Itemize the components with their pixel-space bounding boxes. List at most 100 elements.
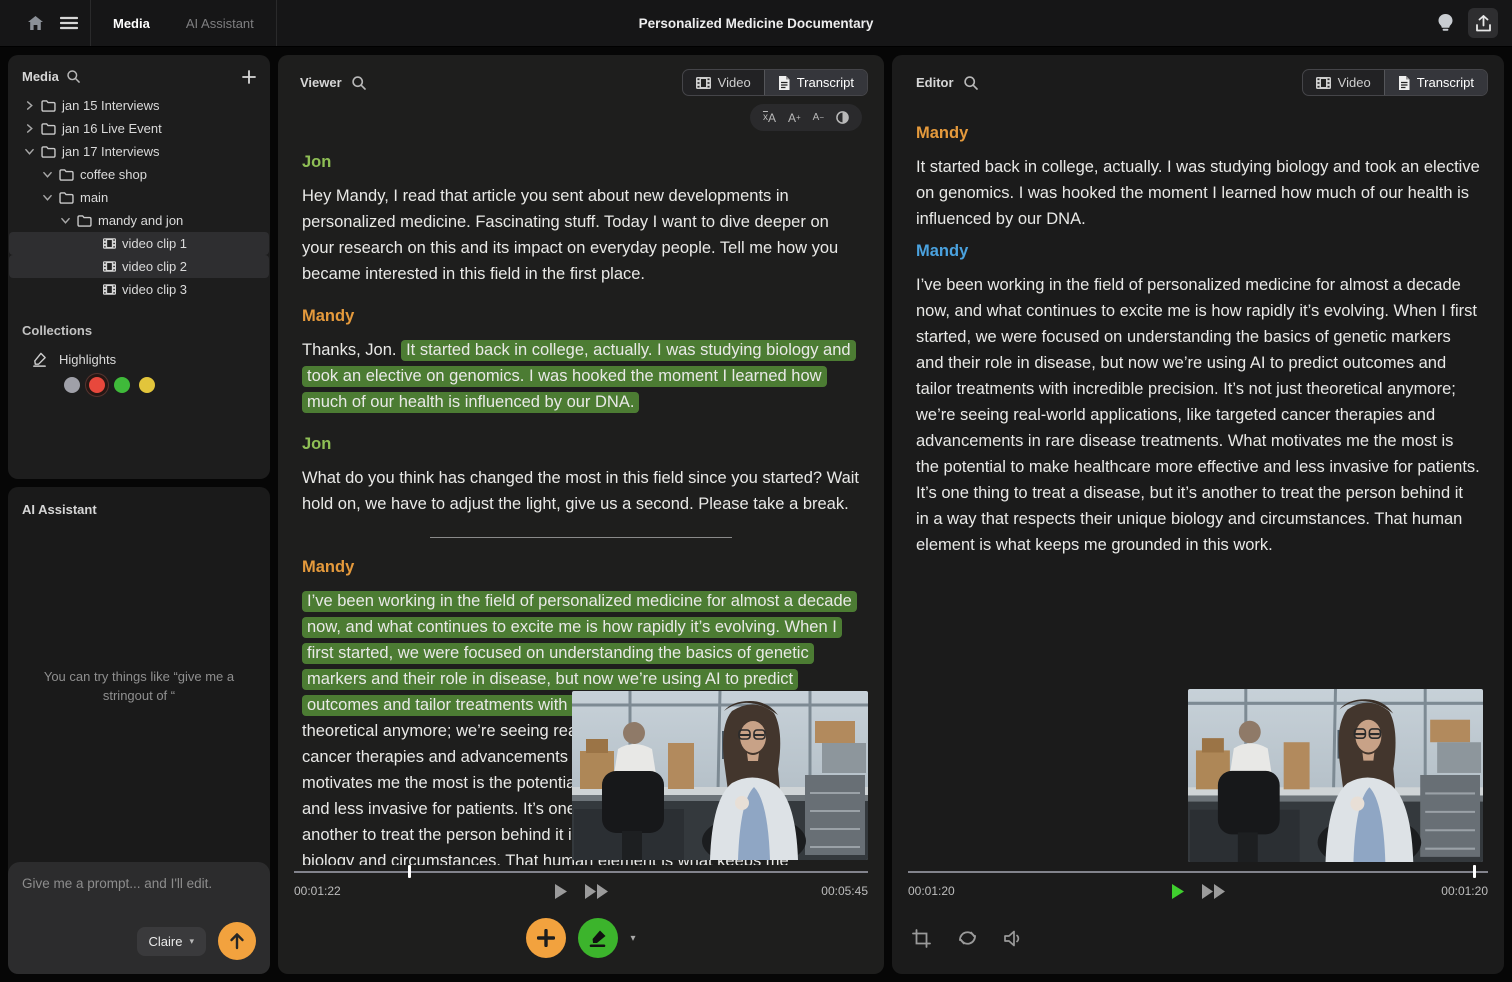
font-decrease-icon[interactable]: A−: [813, 112, 824, 123]
lightbulb-icon: [1438, 14, 1453, 33]
transcript-text[interactable]: I’ve been working in the field of person…: [916, 272, 1480, 558]
fast-forward-button[interactable]: [1202, 884, 1226, 899]
highlight-color-dot[interactable]: [114, 377, 130, 393]
ai-empty-state-text: You can try things like “give me a strin…: [8, 667, 270, 705]
viewer-video-thumbnail[interactable]: [572, 691, 868, 860]
ai-assistant-panel: AI Assistant You can try things like “gi…: [8, 487, 270, 974]
highlight-options-caret[interactable]: ▾: [630, 933, 635, 944]
play-button[interactable]: [554, 884, 567, 899]
tree-clip-video-clip-3[interactable]: video clip 3: [9, 278, 269, 301]
play-icon: [554, 884, 567, 899]
tree-item-label: coffee shop: [80, 167, 147, 182]
transcript-segment: Mandy Thanks, Jon. It started back in col…: [302, 303, 860, 415]
text-size-icon[interactable]: xA: [763, 111, 776, 125]
transcript-segment: JonHey Mandy, I read that article you se…: [302, 149, 860, 287]
folder-icon: [41, 123, 56, 135]
tab-media[interactable]: Media: [97, 8, 166, 39]
tips-button[interactable]: [1430, 8, 1460, 38]
viewer-transcript-tab[interactable]: Transcript: [764, 70, 867, 95]
tree-item-label: jan 17 Interviews: [62, 144, 160, 159]
editor-video-tab[interactable]: Video: [1303, 70, 1384, 95]
chevron-down-icon[interactable]: [43, 193, 53, 202]
viewer-video-tab[interactable]: Video: [683, 70, 764, 95]
editor-video-thumbnail[interactable]: [1188, 689, 1483, 862]
chevron-down-icon[interactable]: [61, 216, 71, 225]
search-icon[interactable]: [352, 76, 366, 90]
tree-clip-video-clip-1[interactable]: video clip 1: [9, 232, 269, 255]
highlight-color-dot[interactable]: [64, 377, 80, 393]
tree-folder-main[interactable]: main: [9, 186, 269, 209]
tree-folder-jan-15-Interviews[interactable]: jan 15 Interviews: [9, 94, 269, 117]
contrast-icon[interactable]: [836, 111, 849, 124]
menu-icon: [60, 16, 78, 30]
crop-button[interactable]: [912, 929, 931, 948]
tab-ai-assistant[interactable]: AI Assistant: [170, 8, 270, 39]
highlight-color-dot[interactable]: [89, 377, 105, 393]
top-bar: Media AI Assistant Personalized Medicine…: [0, 0, 1512, 47]
play-button[interactable]: [1171, 884, 1184, 899]
speaker-label: Mandy: [302, 303, 860, 329]
search-icon[interactable]: [67, 70, 80, 83]
speaker-label: Jon: [302, 431, 860, 457]
fast-forward-icon: [585, 884, 609, 899]
viewer-timeline[interactable]: [294, 865, 868, 878]
transcript-text[interactable]: Thanks, Jon. It started back in college,…: [302, 337, 860, 415]
ai-prompt-input[interactable]: Give me a prompt... and I'll edit. Clair…: [8, 862, 270, 974]
transcript-text[interactable]: What do you think has changed the most i…: [302, 465, 860, 517]
transcript-text[interactable]: Hey Mandy, I read that article you sent …: [302, 183, 860, 287]
transcript-icon: [778, 76, 790, 90]
tree-clip-video-clip-2[interactable]: video clip 2: [9, 255, 269, 278]
transcript-segment: Jon What do you think has changed the mos…: [302, 431, 860, 538]
font-increase-icon[interactable]: A+: [788, 111, 801, 125]
add-media-button[interactable]: [242, 70, 256, 84]
tree-item-label: jan 16 Live Event: [62, 121, 162, 136]
send-prompt-button[interactable]: [218, 922, 256, 960]
editor-timeline[interactable]: [908, 865, 1488, 878]
playhead[interactable]: [1473, 865, 1476, 878]
chevron-right-icon[interactable]: [25, 101, 35, 110]
media-panel: Media jan 15 Interviews jan 16 Live Event…: [8, 55, 270, 479]
chevron-right-icon[interactable]: [25, 124, 35, 133]
volume-button[interactable]: [1004, 930, 1024, 947]
repeat-button[interactable]: [957, 929, 978, 947]
viewer-title: Viewer: [300, 75, 342, 90]
fast-forward-button[interactable]: [585, 884, 609, 899]
editor-transcript-tab-label: Transcript: [1417, 75, 1474, 90]
collection-highlights[interactable]: Highlights: [22, 352, 256, 367]
folder-icon: [77, 215, 92, 227]
topbar-separator: [276, 0, 277, 46]
crop-icon: [912, 929, 931, 948]
add-to-editor-button[interactable]: [526, 918, 566, 958]
segment-divider: [430, 537, 732, 538]
media-panel-title: Media: [22, 69, 59, 84]
media-tree: jan 15 Interviews jan 16 Live Event jan 17…: [8, 94, 270, 301]
persona-selector[interactable]: Claire ▾: [137, 927, 207, 956]
folder-icon: [59, 192, 74, 204]
chevron-down-icon[interactable]: [25, 147, 35, 156]
transcript-segment: MandyI’ve been working in the field of p…: [916, 238, 1480, 558]
editor-video-tab-label: Video: [1338, 75, 1371, 90]
tree-folder-mandy-and-jon[interactable]: mandy and jon: [9, 209, 269, 232]
playhead[interactable]: [408, 865, 411, 878]
editor-transcript-tab[interactable]: Transcript: [1384, 70, 1487, 95]
ai-prompt-placeholder: Give me a prompt... and I'll edit.: [22, 876, 256, 891]
search-icon[interactable]: [964, 76, 978, 90]
highlight-button[interactable]: [578, 918, 618, 958]
tree-item-label: video clip 3: [122, 282, 187, 297]
tree-folder-jan-16-Live-Event[interactable]: jan 16 Live Event: [9, 117, 269, 140]
tree-folder-jan-17-Interviews[interactable]: jan 17 Interviews: [9, 140, 269, 163]
home-button[interactable]: [20, 8, 50, 38]
viewer-transcript-tab-label: Transcript: [797, 75, 854, 90]
highlighter-icon: [32, 352, 47, 367]
share-button[interactable]: [1468, 8, 1498, 38]
viewer-transcript: Jon Hey Mandy, I read that article you se…: [278, 131, 884, 865]
viewer-panel: Viewer Video Transcript xA A+ A− JonHey: [278, 55, 884, 974]
transcript-text[interactable]: It started back in college, actually. I …: [916, 154, 1480, 232]
chevron-down-icon[interactable]: [43, 170, 53, 179]
editor-title: Editor: [916, 75, 954, 90]
collections-title: Collections: [22, 323, 256, 338]
menu-button[interactable]: [54, 8, 84, 38]
video-icon: [696, 77, 711, 89]
highlight-color-dot[interactable]: [139, 377, 155, 393]
tree-folder-coffee-shop[interactable]: coffee shop: [9, 163, 269, 186]
